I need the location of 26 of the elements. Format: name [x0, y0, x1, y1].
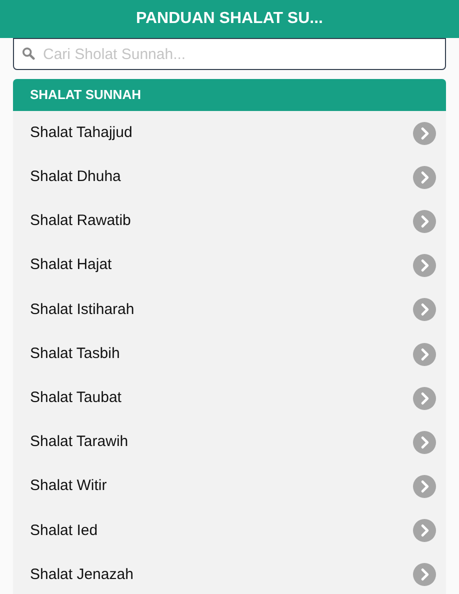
list-item[interactable]: Shalat Witir — [13, 464, 446, 509]
chevron-right-icon — [413, 430, 436, 454]
chevron-right-icon — [413, 298, 436, 322]
list-item[interactable]: Shalat Rawatib — [13, 199, 446, 244]
section-title: SHALAT SUNNAH — [30, 86, 141, 104]
list-item[interactable]: Shalat Tarawih — [13, 420, 446, 464]
chevron-right-icon — [413, 342, 436, 366]
search-icon — [22, 47, 35, 60]
list-item[interactable]: Shalat Taubat — [13, 376, 446, 420]
header-title: PANDUAN SHALAT SU... — [136, 9, 323, 29]
chevron-right-icon — [413, 254, 436, 278]
chevron-right-icon — [413, 166, 436, 189]
list-item[interactable]: Shalat Tahajjud — [13, 111, 446, 156]
list-item[interactable]: Shalat Dhuha — [13, 155, 446, 200]
list-item[interactable]: Shalat Hajat — [13, 244, 446, 288]
list-item[interactable]: Shalat Tasbih — [13, 332, 446, 376]
chevron-right-icon — [413, 386, 436, 410]
list-item[interactable]: Shalat Istiharah — [13, 288, 446, 332]
search-field[interactable]: Cari Sholat Sunnah... — [13, 38, 446, 70]
chevron-right-icon — [413, 519, 436, 542]
chevron-right-icon — [413, 475, 436, 498]
list-item[interactable]: Shalat Jenazah — [13, 552, 446, 594]
list-item[interactable]: Shalat Ied — [13, 508, 446, 553]
chevron-right-icon — [413, 122, 436, 145]
chevron-right-icon — [413, 563, 436, 586]
chevron-right-icon — [413, 210, 436, 233]
